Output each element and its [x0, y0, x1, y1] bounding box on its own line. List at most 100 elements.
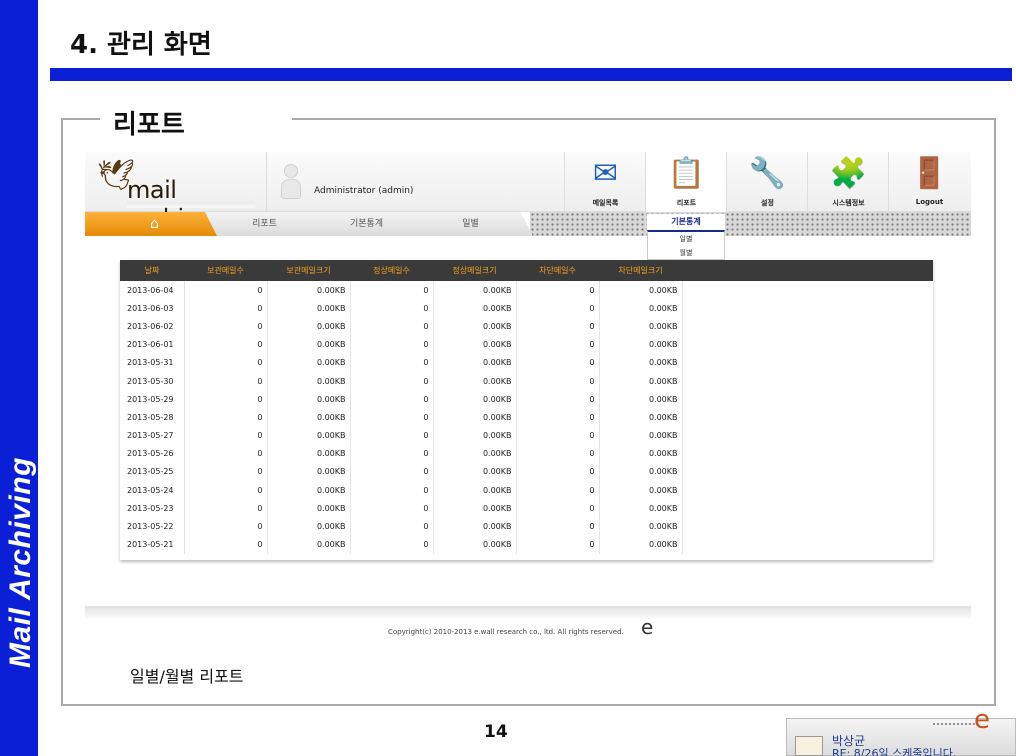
table-row[interactable]: 2013-05-22 0 0.00KB 0 0.00KB 0 0.00KB	[120, 517, 933, 536]
table-cell: 0	[516, 517, 600, 536]
logout-icon: 🚪	[910, 156, 949, 191]
table-cell: 0	[516, 426, 600, 445]
table-row[interactable]: 2013-05-26 0 0.00KB 0 0.00KB 0 0.00KB	[120, 444, 933, 463]
table-cell: 0	[184, 535, 268, 554]
table-cell: 0	[184, 408, 268, 427]
table-cell: 0	[350, 390, 434, 409]
table-cell: 0.00KB	[433, 517, 517, 536]
table-cell: 0.00KB	[433, 299, 517, 318]
table-cell: 0.00KB	[599, 426, 683, 445]
app-header: 🕊 mail archive Administrator (admin) ✉ 메…	[85, 152, 971, 232]
user-name: Administrator (admin)	[314, 186, 414, 196]
mail-archive-logo[interactable]: 🕊 mail archive	[93, 154, 265, 232]
table-cell: 0	[350, 353, 434, 372]
dropdown-item-daily[interactable]: 일별	[648, 232, 724, 246]
table-row[interactable]: 2013-05-29 0 0.00KB 0 0.00KB 0 0.00KB	[120, 390, 933, 409]
home-icon: ⌂	[150, 216, 159, 232]
table-cell: 0.00KB	[433, 390, 517, 409]
table-cell: 2013-06-04	[120, 281, 185, 300]
table-cell: 0.00KB	[267, 426, 351, 445]
user-avatar-icon	[281, 164, 301, 200]
table-row[interactable]: 2013-05-25 0 0.00KB 0 0.00KB 0 0.00KB	[120, 462, 933, 482]
table-cell: 2013-05-27	[120, 426, 185, 445]
tab-daily[interactable]: 일별	[409, 212, 533, 236]
table-cell: 0	[184, 517, 268, 536]
col-blocked-count[interactable]: 차단메일수	[516, 260, 599, 281]
table-cell: 0.00KB	[267, 335, 351, 354]
table-cell: 0.00KB	[599, 317, 683, 336]
dropdown-item-monthly[interactable]: 월별	[648, 246, 724, 260]
report-table-container: 날짜 보관메일수 보관메일크기 정상메일수 정상메일크기 차단메일수 차단메일크…	[120, 260, 933, 560]
table-cell: 0.00KB	[599, 335, 683, 354]
table-cell: 0	[350, 517, 434, 536]
table-row[interactable]: 2013-06-03 0 0.00KB 0 0.00KB 0 0.00KB	[120, 299, 933, 318]
table-row[interactable]: 2013-06-01 0 0.00KB 0 0.00KB 0 0.00KB	[120, 335, 933, 354]
table-cell: 0	[184, 317, 268, 336]
menu-label: Logout	[915, 198, 944, 206]
table-row[interactable]: 2013-05-28 0 0.00KB 0 0.00KB 0 0.00KB	[120, 408, 933, 427]
table-cell: 0	[516, 481, 600, 500]
table-cell: 0.00KB	[433, 281, 517, 300]
col-date[interactable]: 날짜	[120, 260, 184, 281]
ewall-logo-icon: e	[974, 705, 990, 735]
table-cell: 2013-05-26	[120, 444, 185, 463]
table-row[interactable]: 2013-06-02 0 0.00KB 0 0.00KB 0 0.00KB	[120, 317, 933, 336]
table-cell: 0	[516, 335, 600, 354]
table-cell: 2013-05-29	[120, 390, 185, 409]
menu-settings[interactable]: 🔧 설정	[726, 152, 807, 212]
table-cell: 2013-06-02	[120, 317, 185, 336]
col-archived-size[interactable]: 보관메일크기	[267, 260, 350, 281]
menu-mail-list[interactable]: ✉ 메일목록	[564, 152, 645, 212]
table-cell: 0.00KB	[433, 317, 517, 336]
table-row[interactable]: 2013-05-23 0 0.00KB 0 0.00KB 0 0.00KB	[120, 499, 933, 518]
col-normal-size[interactable]: 정상메일크기	[433, 260, 516, 281]
table-cell: 0.00KB	[599, 499, 683, 518]
col-normal-count[interactable]: 정상메일수	[350, 260, 433, 281]
app-screenshot: 🕊 mail archive Administrator (admin) ✉ 메…	[85, 152, 971, 652]
table-cell: 0	[516, 462, 600, 482]
table-cell: 0	[516, 299, 600, 318]
table-cell: 0.00KB	[433, 335, 517, 354]
system-info-icon: 🧩	[829, 156, 868, 191]
table-row[interactable]: 2013-05-30 0 0.00KB 0 0.00KB 0 0.00KB	[120, 371, 933, 391]
table-cell: 0	[184, 481, 268, 500]
table-cell: 0.00KB	[433, 444, 517, 463]
sidebar-title: Mail Archiving	[4, 457, 37, 668]
table-cell: 0	[516, 390, 600, 409]
table-cell: 2013-05-21	[120, 535, 185, 554]
table-cell: 0	[516, 499, 600, 518]
table-cell: 0.00KB	[267, 535, 351, 554]
col-blocked-size[interactable]: 차단메일크기	[599, 260, 682, 281]
table-cell: 0	[184, 353, 268, 372]
table-row[interactable]: 2013-06-04 0 0.00KB 0 0.00KB 0 0.00KB	[120, 281, 933, 300]
table-cell: 2013-05-24	[120, 481, 185, 500]
table-cell: 0.00KB	[267, 462, 351, 482]
notification-popup[interactable]: 박상균 RE: 8/26일 스케줄입니다. e	[786, 705, 1016, 756]
tab-report[interactable]: 리포트	[205, 212, 325, 236]
report-dropdown: 일별 월별	[647, 230, 725, 260]
table-cell: 0.00KB	[599, 535, 683, 554]
table-row[interactable]: 2013-05-27 0 0.00KB 0 0.00KB 0 0.00KB	[120, 426, 933, 445]
col-archived-count[interactable]: 보관메일수	[184, 260, 267, 281]
table-cell: 0	[184, 281, 268, 300]
nav-pattern	[530, 212, 971, 236]
tab-basic-stats[interactable]: 기본통계	[307, 212, 427, 236]
table-row[interactable]: 2013-05-21 0 0.00KB 0 0.00KB 0 0.00KB	[120, 535, 933, 554]
table-cell: 0	[350, 299, 434, 318]
menu-report[interactable]: 📋 리포트	[645, 152, 726, 212]
left-vertical-bar: Mail Archiving	[0, 0, 38, 756]
table-cell: 0	[350, 499, 434, 518]
table-cell: 0.00KB	[267, 390, 351, 409]
menu-system-info[interactable]: 🧩 시스템정보	[807, 152, 888, 212]
table-row[interactable]: 2013-05-24 0 0.00KB 0 0.00KB 0 0.00KB	[120, 481, 933, 500]
table-row[interactable]: 2013-05-31 0 0.00KB 0 0.00KB 0 0.00KB	[120, 353, 933, 372]
table-cell: 0	[350, 426, 434, 445]
submenu-basic-stats[interactable]: 기본통계	[647, 214, 725, 230]
menu-logout[interactable]: 🚪 Logout	[888, 152, 969, 212]
menu-label: 메일목록	[592, 199, 619, 207]
table-cell: 0.00KB	[267, 499, 351, 518]
table-cell: 0.00KB	[433, 462, 517, 482]
table-cell: 0.00KB	[599, 462, 683, 482]
table-header-row: 날짜 보관메일수 보관메일크기 정상메일수 정상메일크기 차단메일수 차단메일크…	[120, 260, 933, 281]
tab-home[interactable]: ⌂	[85, 212, 225, 236]
